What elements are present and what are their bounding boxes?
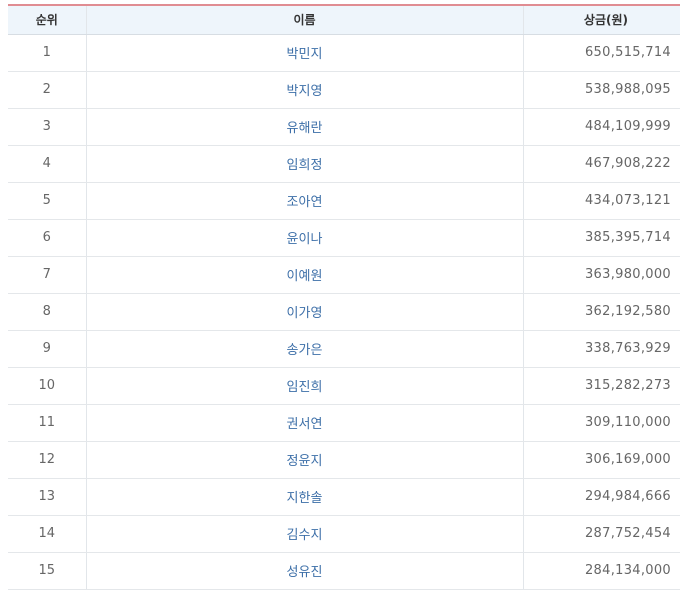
rank-cell: 3 <box>8 108 86 146</box>
rank-cell: 13 <box>8 478 86 516</box>
player-name-link[interactable]: 임진희 <box>85 367 523 405</box>
table-row: 2 박지영 538,988,095 <box>8 71 680 109</box>
rank-cell: 1 <box>8 34 86 72</box>
rank-cell: 11 <box>8 404 86 442</box>
table-row: 8 이가영 362,192,580 <box>8 293 680 331</box>
player-name-link[interactable]: 권서연 <box>85 404 523 442</box>
rank-cell: 15 <box>8 552 86 590</box>
player-name-link[interactable]: 박지영 <box>85 71 523 109</box>
player-name-link[interactable]: 지한솔 <box>85 478 523 516</box>
prize-amount-cell: 287,752,454 <box>522 515 680 553</box>
prize-amount-cell: 484,109,999 <box>522 108 680 146</box>
prize-amount-cell: 650,515,714 <box>522 34 680 72</box>
player-name-link[interactable]: 이가영 <box>85 293 523 331</box>
table-row: 15 성유진 284,134,000 <box>8 552 680 590</box>
ranking-table-container: 순위 이름 상금(원) 1 박민지 650,515,714 2 박지영 538,988,0… <box>8 4 680 590</box>
header-rank[interactable]: 순위 <box>8 4 86 35</box>
header-prize[interactable]: 상금(원) <box>522 4 680 35</box>
player-name-link[interactable]: 정윤지 <box>85 441 523 479</box>
prize-amount-cell: 309,110,000 <box>522 404 680 442</box>
prize-amount-cell: 385,395,714 <box>522 219 680 257</box>
prize-amount-cell: 362,192,580 <box>522 293 680 331</box>
table-row: 7 이예원 363,980,000 <box>8 256 680 294</box>
table-header: 순위 이름 상금(원) <box>8 4 680 35</box>
table-body: 1 박민지 650,515,714 2 박지영 538,988,095 3 유해란 484,10… <box>8 34 680 590</box>
table-row: 3 유해란 484,109,999 <box>8 108 680 146</box>
rank-cell: 7 <box>8 256 86 294</box>
rank-cell: 12 <box>8 441 86 479</box>
rank-cell: 6 <box>8 219 86 257</box>
player-name-link[interactable]: 성유진 <box>85 552 523 590</box>
rank-cell: 8 <box>8 293 86 331</box>
table-row: 11 권서연 309,110,000 <box>8 404 680 442</box>
table-row: 9 송가은 338,763,929 <box>8 330 680 368</box>
player-name-link[interactable]: 윤이나 <box>85 219 523 257</box>
player-name-link[interactable]: 이예원 <box>85 256 523 294</box>
rank-cell: 10 <box>8 367 86 405</box>
player-name-link[interactable]: 유해란 <box>85 108 523 146</box>
header-row: 순위 이름 상금(원) <box>8 4 680 35</box>
prize-amount-cell: 294,984,666 <box>522 478 680 516</box>
player-name-link[interactable]: 조아연 <box>85 182 523 220</box>
prize-amount-cell: 315,282,273 <box>522 367 680 405</box>
table-row: 14 김수지 287,752,454 <box>8 515 680 553</box>
rank-cell: 9 <box>8 330 86 368</box>
prize-amount-cell: 538,988,095 <box>522 71 680 109</box>
prize-amount-cell: 363,980,000 <box>522 256 680 294</box>
rank-cell: 4 <box>8 145 86 183</box>
table-row: 4 임희정 467,908,222 <box>8 145 680 183</box>
prize-amount-cell: 434,073,121 <box>522 182 680 220</box>
player-name-link[interactable]: 임희정 <box>85 145 523 183</box>
player-name-link[interactable]: 김수지 <box>85 515 523 553</box>
prize-amount-cell: 338,763,929 <box>522 330 680 368</box>
table-row: 12 정윤지 306,169,000 <box>8 441 680 479</box>
rank-cell: 14 <box>8 515 86 553</box>
player-name-link[interactable]: 송가은 <box>85 330 523 368</box>
table-row: 5 조아연 434,073,121 <box>8 182 680 220</box>
prize-amount-cell: 284,134,000 <box>522 552 680 590</box>
rank-cell: 5 <box>8 182 86 220</box>
header-name[interactable]: 이름 <box>85 4 523 35</box>
table-row: 13 지한솔 294,984,666 <box>8 478 680 516</box>
prize-amount-cell: 467,908,222 <box>522 145 680 183</box>
player-name-link[interactable]: 박민지 <box>85 34 523 72</box>
table-row: 10 임진희 315,282,273 <box>8 367 680 405</box>
prize-ranking-table: 순위 이름 상금(원) 1 박민지 650,515,714 2 박지영 538,988,0… <box>8 4 680 590</box>
table-row: 1 박민지 650,515,714 <box>8 34 680 72</box>
prize-amount-cell: 306,169,000 <box>522 441 680 479</box>
table-row: 6 윤이나 385,395,714 <box>8 219 680 257</box>
rank-cell: 2 <box>8 71 86 109</box>
